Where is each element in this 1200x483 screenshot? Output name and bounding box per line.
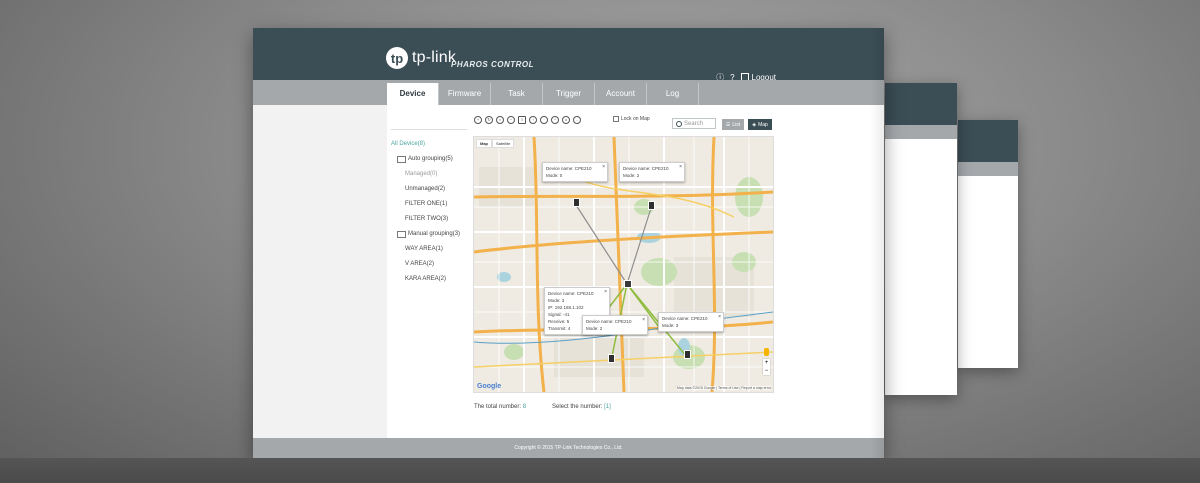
totals-bar: The total number: 8 Select the number: [… (474, 404, 611, 410)
remove-icon[interactable]: × (496, 116, 504, 124)
tab-trigger[interactable]: Trigger (543, 83, 595, 105)
search-input[interactable]: Search (672, 118, 716, 129)
card-device-name: Device name: CPE210 (586, 319, 632, 324)
select-label: Select the number: (552, 404, 603, 410)
tab-task[interactable]: Task (491, 83, 543, 105)
card-mode: Mode: 2 (623, 173, 640, 178)
select-value: [1] (604, 404, 611, 410)
device-group-tree: All Device(8) Auto grouping(5) Managed(0… (391, 129, 467, 287)
total-label: The total number: (474, 404, 522, 410)
list-view-button[interactable]: ☰ List (722, 119, 744, 130)
device-info-card: × Device name: CPE210 Mode: 2 (582, 315, 648, 335)
background-window-far (958, 120, 1018, 368)
sidebar-divider (391, 129, 467, 130)
total-value: 8 (522, 404, 527, 410)
selected-count: Select the number: [1] (552, 404, 611, 410)
card-ip: IP: 192.168.1.102 (548, 305, 584, 310)
zoom-control[interactable]: + − (763, 359, 770, 375)
card-mode: Mode: 0 (546, 173, 563, 178)
tab-device[interactable]: Device (387, 83, 439, 105)
settings-icon[interactable]: * (551, 116, 559, 124)
tree-item-filter-one[interactable]: FILTER ONE(1) (391, 197, 467, 212)
map-pin-icon: ◈ (752, 121, 757, 128)
map-attribution: Map data ©2015 Google | Terms of Use | R… (676, 386, 771, 390)
search-placeholder: Search (684, 120, 704, 127)
header-bar: tp tp-link PHAROS CONTROL ⓘ ? Logout (253, 28, 884, 82)
card-mode: Mode: 3 (662, 323, 679, 328)
google-logo: Google (477, 383, 502, 390)
clock-icon[interactable]: · (540, 116, 548, 124)
map-type-map[interactable]: Map (476, 139, 492, 148)
device-marker[interactable] (608, 354, 615, 363)
card-device-name: Device name: CPE210 (546, 166, 592, 171)
close-icon[interactable]: × (679, 164, 682, 171)
tree-item-all-device[interactable]: All Device(8) (391, 137, 467, 152)
tree-item-way-area[interactable]: WAY AREA(1) (391, 242, 467, 257)
refresh-icon[interactable]: ↻ (485, 116, 493, 124)
device-marker[interactable] (573, 198, 580, 207)
lock-on-map-label: Lock on Map (621, 116, 650, 122)
tree-item-v-area[interactable]: V AREA(2) (391, 257, 467, 272)
close-icon[interactable]: × (604, 289, 607, 296)
tree-item-label: Manual grouping(3) (408, 231, 461, 237)
main-tabs: Device Firmware Task Trigger Account Log (387, 83, 699, 105)
app-window: tp tp-link PHAROS CONTROL ⓘ ? Logout Dev… (253, 28, 884, 458)
device-marker[interactable] (648, 201, 655, 210)
document-icon[interactable]: ≡ (518, 116, 526, 124)
upload-icon[interactable]: ↑ (529, 116, 537, 124)
map-view-button[interactable]: ◈ Map (748, 119, 772, 130)
close-icon[interactable]: × (718, 314, 721, 321)
device-map[interactable]: Map Satellite × Device name: CPE210 Mode… (473, 136, 774, 393)
map-label: Map (758, 121, 768, 128)
tree-item-filter-two[interactable]: FILTER TWO(3) (391, 212, 467, 227)
tree-item-label: Auto grouping(5) (408, 156, 453, 162)
card-device-name: Device name: CPE210 (662, 316, 708, 321)
tree-item-manual-grouping[interactable]: Manual grouping(3) (391, 227, 467, 242)
card-device-name: Device name: CPE210 (623, 166, 669, 171)
device-info-card: × Device name: CPE210 Mode: 2 (619, 162, 685, 182)
left-gutter (253, 105, 387, 438)
tp-link-logo: tp tp-link (386, 47, 456, 69)
logo-text: tp-link (412, 49, 457, 66)
add-icon[interactable]: + (474, 116, 482, 124)
device-marker[interactable] (684, 350, 691, 359)
tab-log[interactable]: Log (647, 83, 699, 105)
reflection-floor (0, 458, 1200, 483)
tab-firmware[interactable]: Firmware (439, 83, 491, 105)
checkbox-icon (613, 116, 619, 122)
tab-account[interactable]: Account (595, 83, 647, 105)
map-type-satellite[interactable]: Satellite (492, 139, 515, 148)
product-name: PHAROS CONTROL (451, 60, 534, 69)
device-toolbar: + ↻ × − ≡ ↑ · * o - (474, 116, 581, 124)
minus-circle-icon[interactable]: - (573, 116, 581, 124)
background-window-near (885, 83, 957, 395)
controller-marker[interactable] (624, 280, 632, 288)
close-icon[interactable]: × (642, 317, 645, 324)
list-icon: ☰ (725, 121, 731, 128)
lock-on-map-checkbox[interactable]: Lock on Map (613, 116, 650, 122)
map-type-toggle: Map Satellite (476, 139, 515, 148)
footer: Copyright © 2015 TP-Link Technologies Co… (253, 438, 884, 458)
copyright-text: Copyright © 2015 TP-Link Technologies Co… (514, 445, 623, 451)
folder-icon (397, 231, 406, 238)
search-icon (676, 120, 682, 127)
tree-item-auto-grouping[interactable]: Auto grouping(5) (391, 152, 467, 167)
device-info-card: × Device name: CPE210 Mode: 3 (658, 312, 724, 332)
tree-item-managed[interactable]: Managed(0) (391, 167, 467, 182)
logo-mark-icon: tp (386, 47, 408, 69)
reboot-icon[interactable]: o (562, 116, 570, 124)
minus-icon[interactable]: − (507, 116, 515, 124)
folder-icon (397, 156, 406, 163)
device-info-card: × Device name: CPE210 Mode: 0 (542, 162, 608, 182)
tree-item-unmanaged[interactable]: Unmanaged(2) (391, 182, 467, 197)
list-label: List (732, 121, 741, 128)
street-view-pegman-icon[interactable] (764, 348, 769, 356)
tree-item-kara-area[interactable]: KARA AREA(2) (391, 272, 467, 287)
close-icon[interactable]: × (602, 164, 605, 171)
card-mode: Mode: 3 (548, 298, 565, 303)
total-count: The total number: 8 (474, 404, 526, 410)
card-device-name: Device name: CPE210 (548, 291, 594, 296)
card-mode: Mode: 2 (586, 326, 603, 331)
